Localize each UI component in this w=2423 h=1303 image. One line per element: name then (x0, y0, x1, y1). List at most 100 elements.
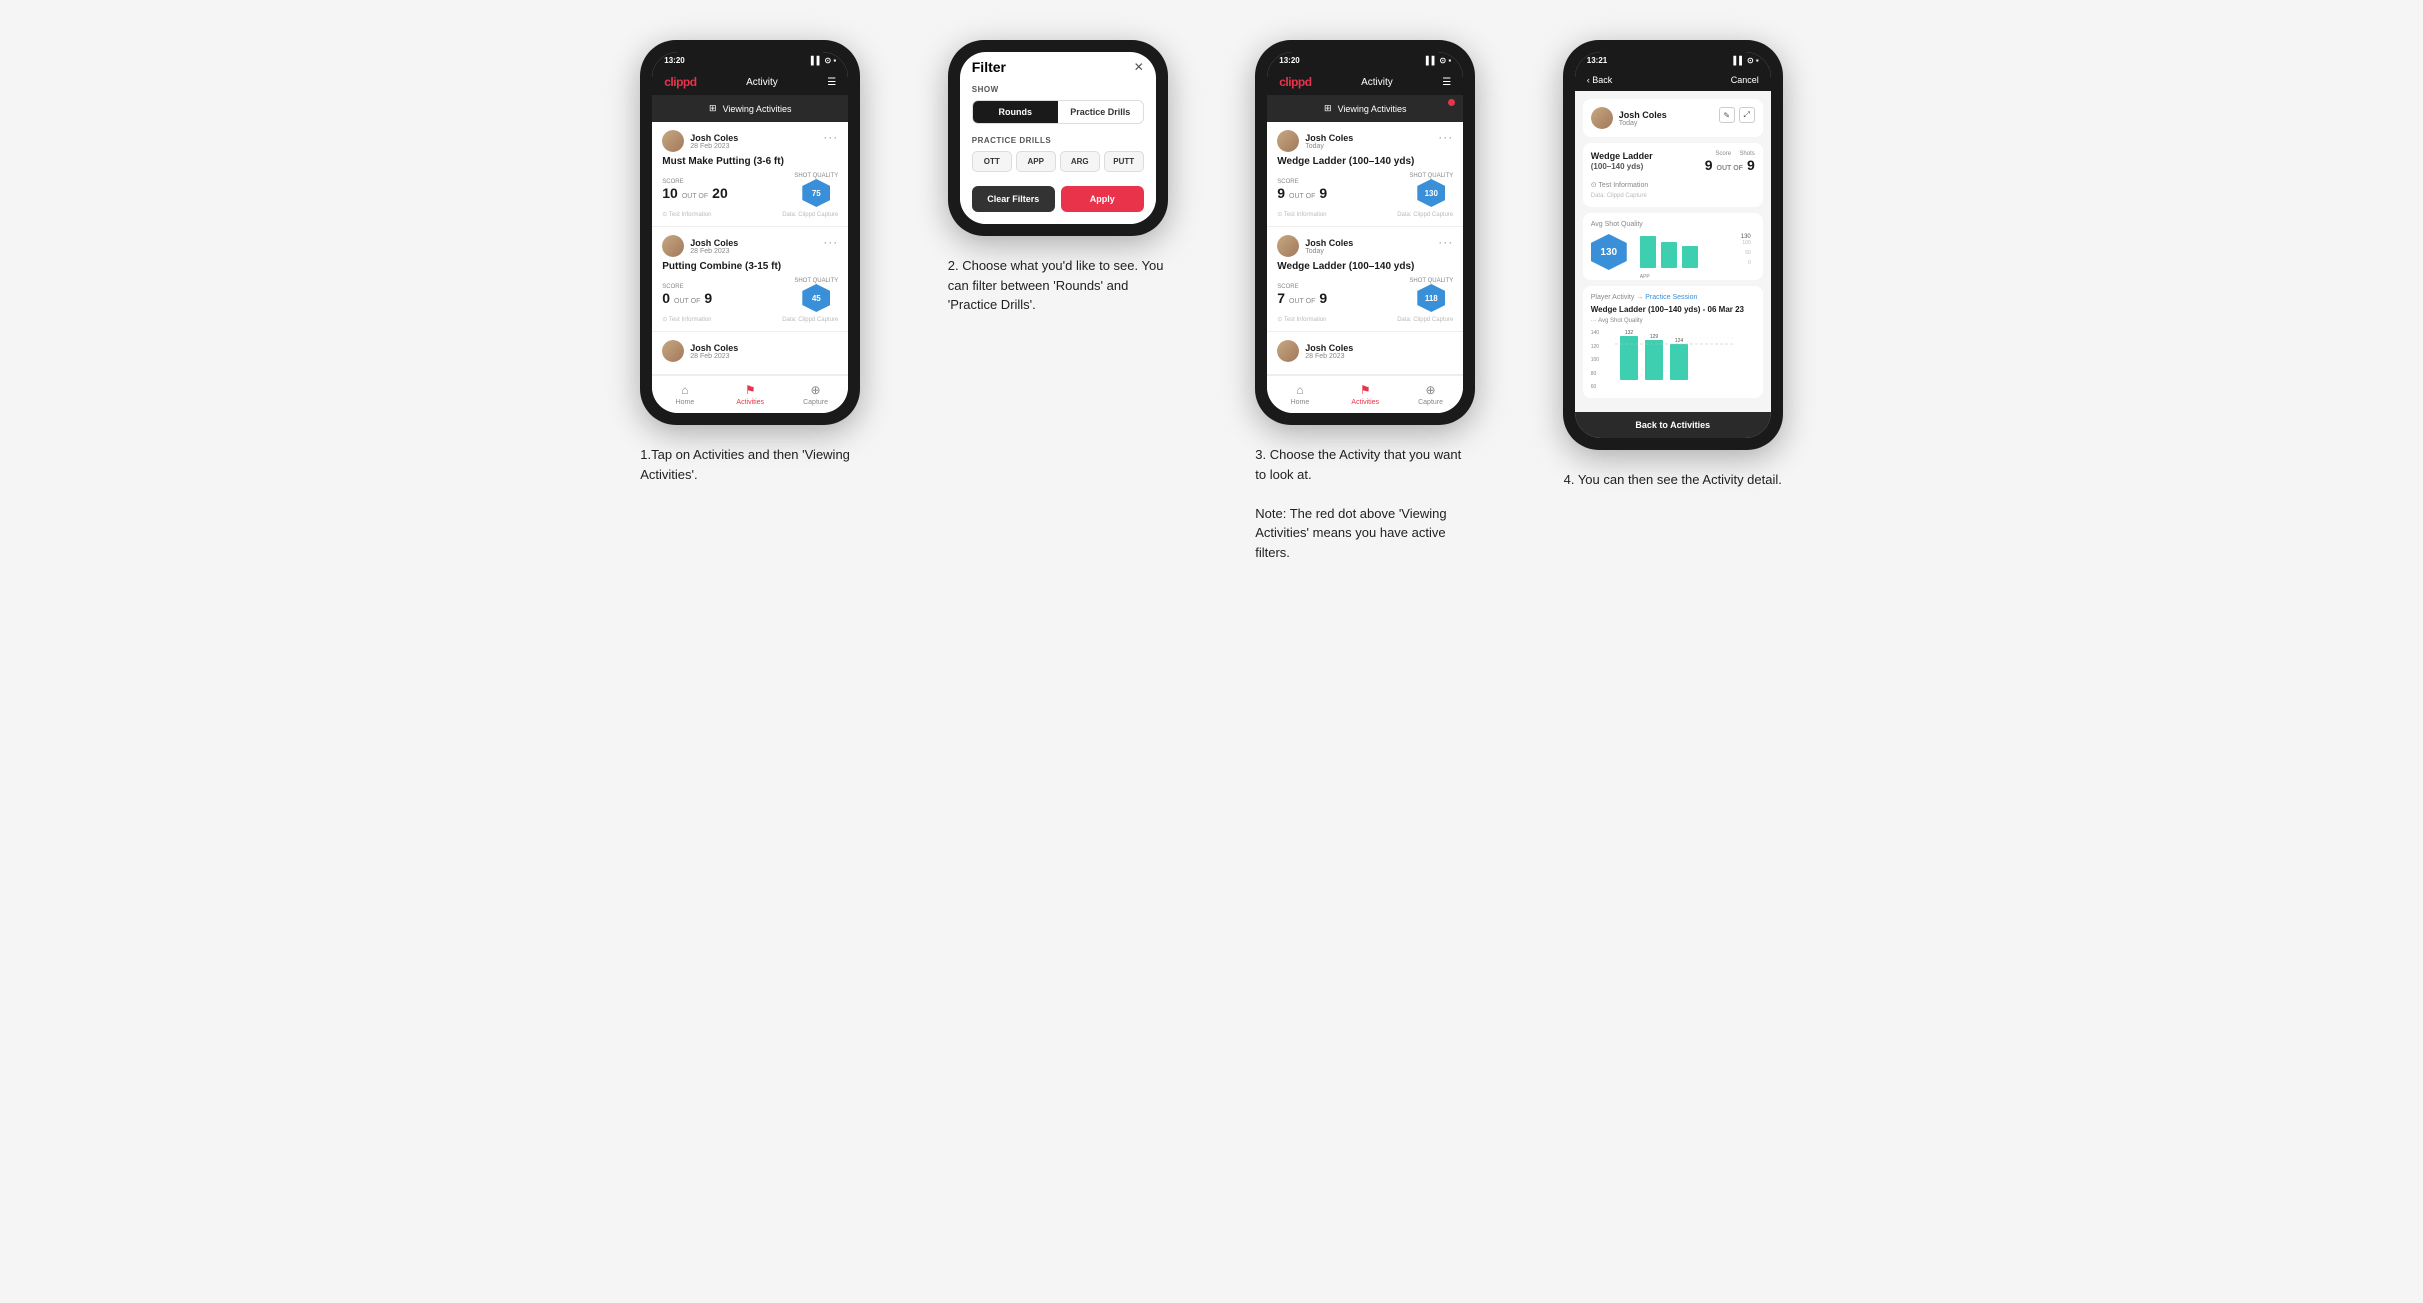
outof-1-2: OUT OF (674, 298, 700, 305)
expand-icon[interactable]: ⤢ (1739, 107, 1755, 123)
card-1-3-partial[interactable]: Josh Coles 28 Feb 2023 (652, 332, 848, 375)
detail-icons: ✎ ⤢ (1719, 107, 1755, 123)
activity-title-3-2: Wedge Ladder (100–140 yds) (1277, 261, 1453, 272)
filter-icon-1: ⊞ (709, 103, 717, 114)
info-icon-4: ⊙ Test Information (1591, 181, 1648, 189)
shots-val-1-2: 9 (704, 290, 712, 306)
menu-icon-1[interactable]: ☰ (827, 77, 836, 88)
shots-val-1-1: 20 (712, 185, 728, 201)
detail-score-card: Wedge Ladder(100–140 yds) Score Shots 9 … (1583, 143, 1763, 207)
card-3-3-partial[interactable]: Josh Coles 28 Feb 2023 (1267, 332, 1463, 375)
notch-4 (1643, 52, 1703, 66)
sq-hex-3-1: 130 (1417, 179, 1445, 207)
session-title: Wedge Ladder (100–140 yds) - 06 Mar 23 (1591, 305, 1755, 314)
menu-icon-3[interactable]: ☰ (1442, 77, 1451, 88)
drill-arg[interactable]: ARG (1060, 151, 1100, 172)
caption-2: 2. Choose what you'd like to see. You ca… (948, 256, 1168, 315)
close-filter-btn[interactable]: ✕ (1134, 60, 1144, 74)
avg-sq-label: Avg Shot Quality (1591, 221, 1755, 228)
nav-home-3[interactable]: ⌂ Home (1267, 380, 1332, 409)
activity-title-3-1: Wedge Ladder (100–140 yds) (1277, 156, 1453, 167)
viewing-activities-bar-3[interactable]: ⊞ Viewing Activities (1267, 95, 1463, 122)
data-3-2: Data: Clippd Capture (1397, 317, 1453, 323)
drill-ott[interactable]: OTT (972, 151, 1012, 172)
home-label-3: Home (1291, 399, 1310, 406)
app-title-3: Activity (1361, 77, 1393, 88)
app-header-1: clippd Activity ☰ (652, 69, 848, 95)
back-activities-btn[interactable]: Back to Activities (1575, 412, 1771, 438)
caption-3: 3. Choose the Activity that you want to … (1255, 445, 1475, 562)
red-dot-3 (1448, 99, 1455, 106)
clear-filters-btn[interactable]: Clear Filters (972, 186, 1055, 212)
drill-putt[interactable]: PUTT (1104, 151, 1144, 172)
avatar-3-3 (1277, 340, 1299, 362)
edit-icon[interactable]: ✎ (1719, 107, 1735, 123)
capture-icon-3: ⊕ (1426, 383, 1436, 397)
avg-sq-card: Avg Shot Quality 130 130 100 50 0 (1583, 213, 1763, 280)
sq-hex-1-1: 75 (802, 179, 830, 207)
nav-activities-3[interactable]: ⚑ Activities (1333, 380, 1398, 409)
avatar-4 (1591, 107, 1613, 129)
session-sub: ··· Avg Shot Quality (1591, 318, 1755, 324)
info-3-1: ⊙ Test Information (1277, 211, 1326, 218)
viewing-activities-bar-1[interactable]: ⊞ Viewing Activities (652, 95, 848, 122)
chart-label-app: APP (1640, 274, 1650, 280)
time-4: 13:21 (1587, 56, 1607, 65)
detail-header: ‹ Back Cancel (1575, 69, 1771, 91)
apply-btn[interactable]: Apply (1061, 186, 1144, 212)
nav-capture-3[interactable]: ⊕ Capture (1398, 380, 1463, 409)
dots-menu-1-1[interactable]: ··· (823, 130, 838, 144)
viewing-label-3: Viewing Activities (1338, 104, 1407, 114)
score-val-1-2: 0 (662, 290, 670, 306)
user-name-3-1: Josh Coles (1305, 133, 1353, 143)
score-val-3-2: 7 (1277, 290, 1285, 306)
time-1: 13:20 (664, 56, 684, 65)
svg-text:124: 124 (1675, 338, 1684, 344)
avg-sq-hex: 130 (1591, 234, 1627, 270)
card-3-2[interactable]: Josh Coles Today ··· Wedge Ladder (100–1… (1267, 227, 1463, 332)
cancel-btn[interactable]: Cancel (1731, 75, 1759, 85)
card-3-1[interactable]: Josh Coles Today ··· Wedge Ladder (100–1… (1267, 122, 1463, 227)
nav-capture-1[interactable]: ⊕ Capture (783, 380, 848, 409)
status-icons-1: ▌▌ ⊙ ▪ (811, 56, 836, 65)
capture-icon-1: ⊕ (811, 383, 821, 397)
toggle-group: Rounds Practice Drills (972, 100, 1144, 124)
drill-app[interactable]: APP (1016, 151, 1056, 172)
dots-menu-1-2[interactable]: ··· (823, 235, 838, 249)
phone-1-section: 13:20 ▌▌ ⊙ ▪ clippd Activity ☰ ⊞ Viewing… (612, 40, 890, 484)
drills-label: Practice Drills (972, 136, 1144, 145)
dots-menu-3-2[interactable]: ··· (1438, 235, 1453, 249)
outof-3-2: OUT OF (1289, 298, 1315, 305)
back-btn[interactable]: ‹ Back (1587, 75, 1613, 85)
notch-3 (1335, 52, 1395, 66)
activities-icon-1: ⚑ (745, 383, 756, 397)
outof-3-1: OUT OF (1289, 193, 1315, 200)
bottom-nav-3: ⌂ Home ⚑ Activities ⊕ Capture (1267, 375, 1463, 413)
outof-1-1: OUT OF (682, 193, 708, 200)
score-val-1-1: 10 (662, 185, 678, 201)
svg-text:132: 132 (1625, 330, 1634, 336)
data-1-2: Data: Clippd Capture (782, 317, 838, 323)
detail-data: Data: Clippd Capture (1591, 193, 1755, 199)
shots-val-3-1: 9 (1319, 185, 1327, 201)
dots-menu-3-1[interactable]: ··· (1438, 130, 1453, 144)
data-1-1: Data: Clippd Capture (782, 212, 838, 218)
caption-1: 1.Tap on Activities and then 'Viewing Ac… (640, 445, 860, 484)
user-date-3-3: 28 Feb 2023 (1305, 353, 1353, 360)
user-name-3-3: Josh Coles (1305, 343, 1353, 353)
phone-2-screen: 13:21 ▌▌ ⊙ ▪ clippd Activity ☰ ⊞ Viewing… (960, 52, 1156, 224)
shots-val-3-2: 9 (1319, 290, 1327, 306)
modal-actions: Clear Filters Apply (972, 186, 1144, 212)
sq-label-3-2: Shot Quality (1409, 278, 1453, 284)
sq-hex-3-2: 118 (1417, 284, 1445, 312)
detail-user-date: Today (1619, 120, 1667, 127)
nav-home-1[interactable]: ⌂ Home (652, 380, 717, 409)
card-1-2[interactable]: Josh Coles 28 Feb 2023 ··· Putting Combi… (652, 227, 848, 332)
toggle-practice-drills[interactable]: Practice Drills (1058, 101, 1143, 123)
card-1-1[interactable]: Josh Coles 28 Feb 2023 ··· Must Make Put… (652, 122, 848, 227)
nav-activities-1[interactable]: ⚑ Activities (718, 380, 783, 409)
detail-user-name: Josh Coles (1619, 110, 1667, 120)
show-label: Show (972, 85, 1144, 94)
toggle-rounds[interactable]: Rounds (973, 101, 1058, 123)
activity-title-1-2: Putting Combine (3-15 ft) (662, 261, 838, 272)
